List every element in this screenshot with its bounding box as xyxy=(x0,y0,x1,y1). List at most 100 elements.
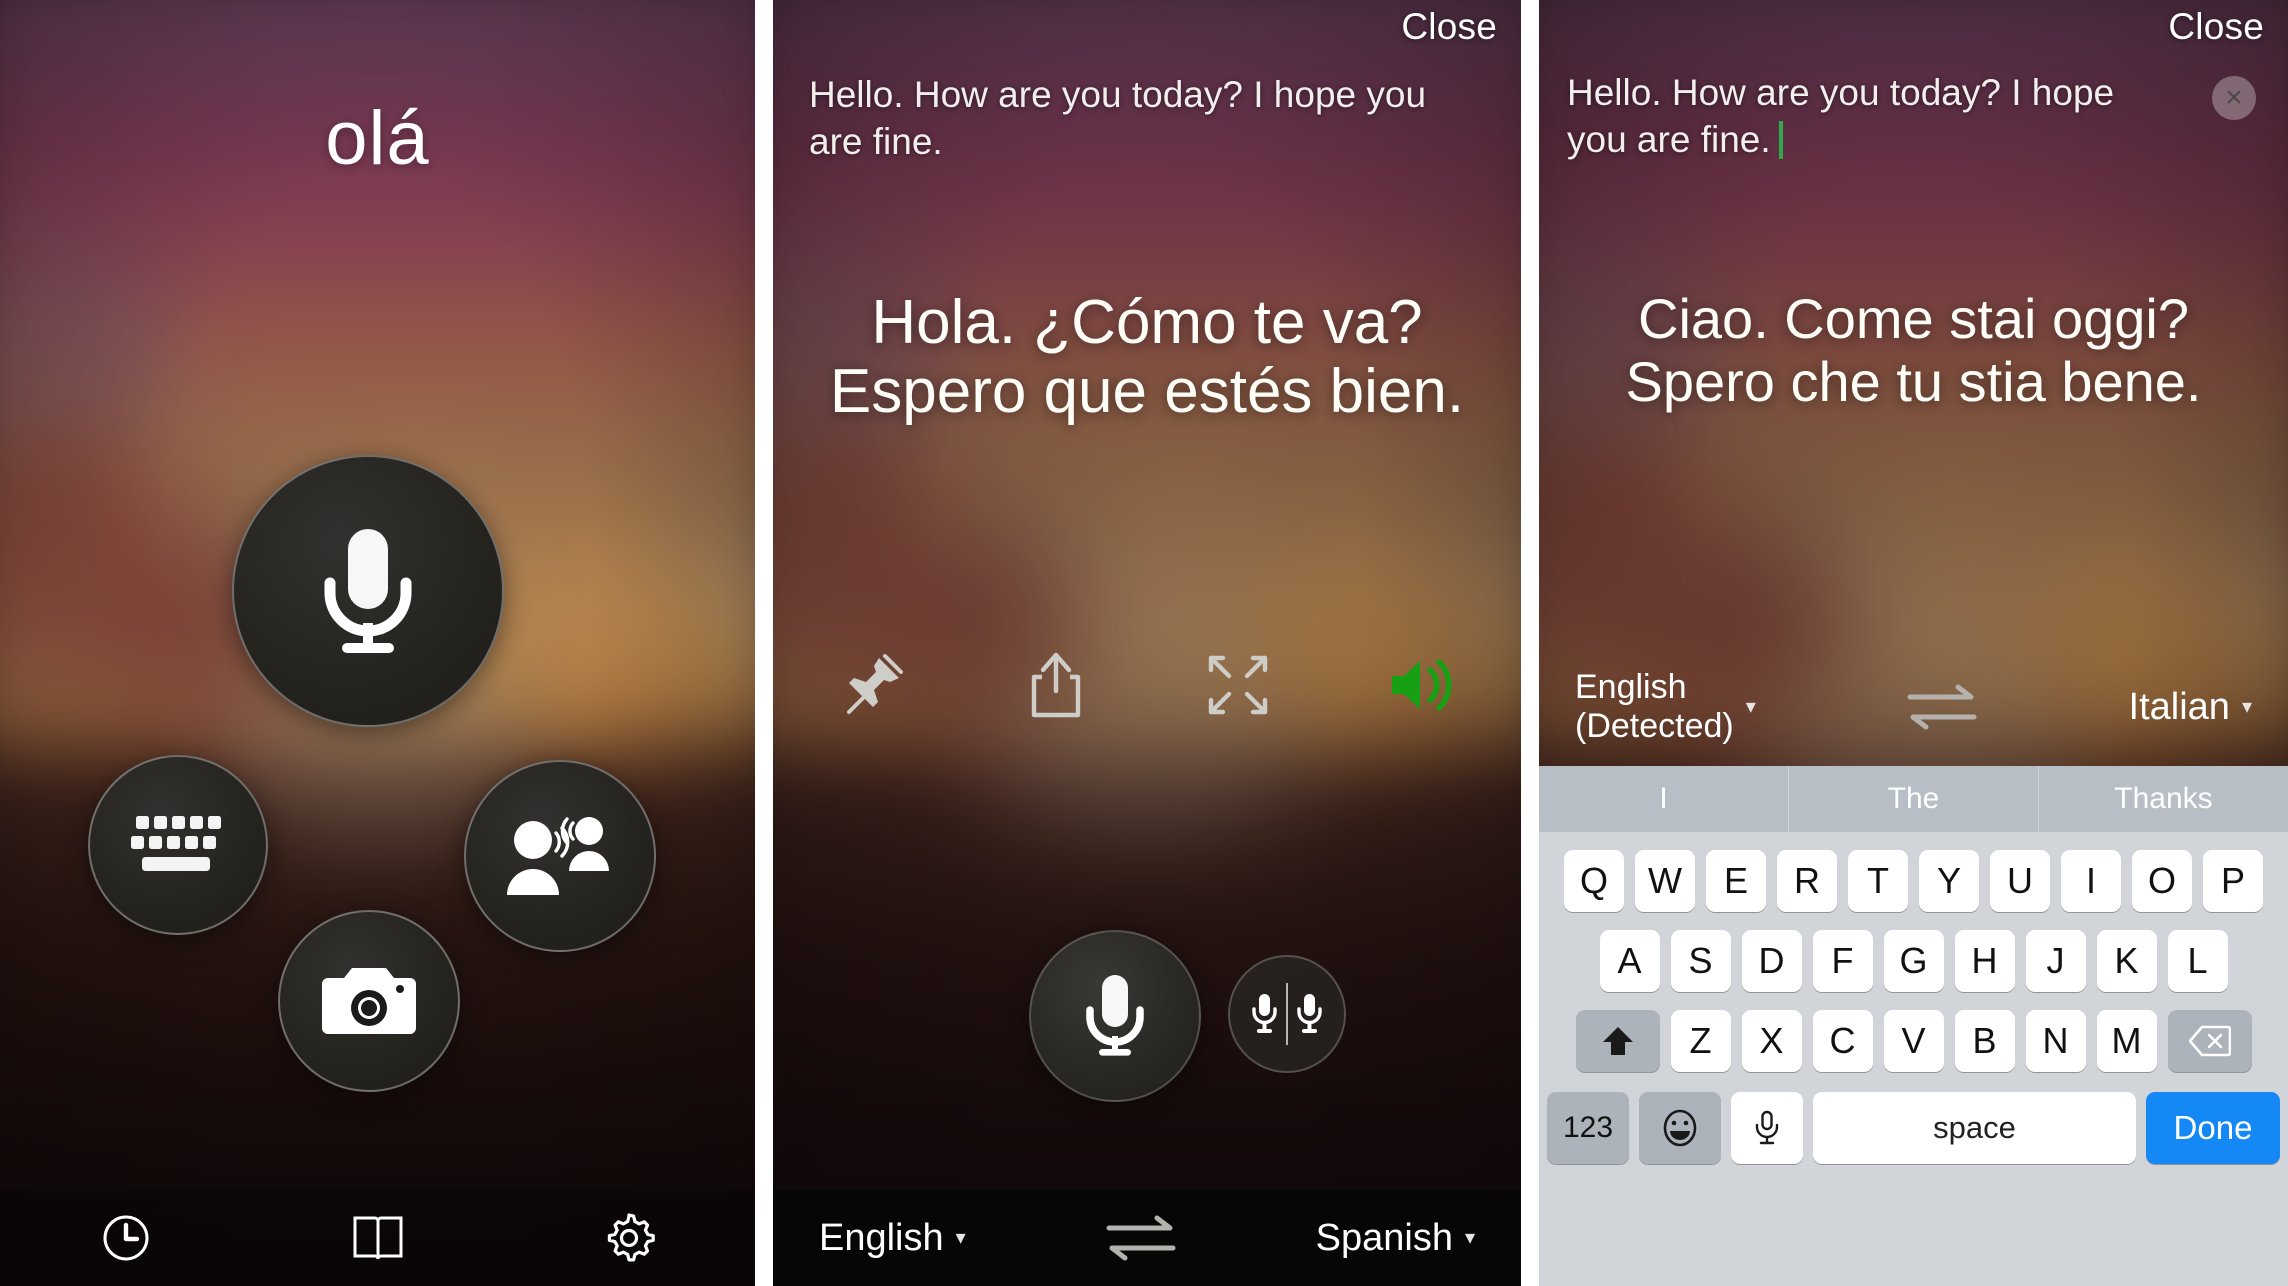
key-r[interactable]: R xyxy=(1777,850,1837,912)
source-language-label: English xyxy=(819,1216,944,1259)
key-b[interactable]: B xyxy=(1954,1010,2015,1072)
dictation-key[interactable] xyxy=(1731,1092,1803,1164)
key-m[interactable]: M xyxy=(2096,1010,2157,1072)
text-cursor xyxy=(1778,120,1783,159)
microphone-icon xyxy=(324,529,412,653)
backspace-icon xyxy=(2188,1025,2231,1057)
history-button[interactable] xyxy=(0,1213,252,1263)
key-c[interactable]: C xyxy=(1812,1010,1873,1072)
key-v[interactable]: V xyxy=(1883,1010,1944,1072)
suggestion-item[interactable]: The xyxy=(1789,766,2039,832)
key-t[interactable]: T xyxy=(1848,850,1908,912)
camera-button[interactable] xyxy=(278,910,460,1092)
expand-arrows-icon xyxy=(1209,655,1268,715)
backspace-key[interactable] xyxy=(2167,1010,2252,1072)
key-l[interactable]: L xyxy=(2167,930,2228,992)
settings-button[interactable] xyxy=(503,1212,755,1264)
phrasebook-button[interactable] xyxy=(252,1214,504,1262)
key-i[interactable]: I xyxy=(2061,850,2121,912)
conversation-people-icon xyxy=(507,817,609,895)
suggestion-item[interactable]: Thanks xyxy=(2039,766,2288,832)
panel-divider xyxy=(1521,0,1539,1286)
swap-languages-button[interactable] xyxy=(1894,681,1990,733)
key-x[interactable]: X xyxy=(1741,1010,1802,1072)
camera-icon xyxy=(322,968,416,1034)
target-language-selector[interactable]: Italian ▾ xyxy=(2129,686,2252,729)
on-screen-keyboard: I The Thanks Q W E R T Y U I O P A S D F xyxy=(1539,766,2288,1286)
language-selector-bar: English ▾ Spanish ▾ xyxy=(773,1190,1521,1286)
panel-divider xyxy=(755,0,773,1286)
close-button[interactable]: Close xyxy=(1401,6,1497,48)
suggestion-item[interactable]: I xyxy=(1539,766,1789,832)
translated-text: Hola. ¿Cómo te va? Espero que estés bien… xyxy=(829,288,1465,427)
swap-languages-button[interactable] xyxy=(1093,1212,1189,1264)
source-text-value: Hello. How are you today? I hope you are… xyxy=(1567,72,2115,160)
microphone-icon xyxy=(1086,975,1144,1056)
book-icon xyxy=(353,1216,402,1260)
key-g[interactable]: G xyxy=(1883,930,1944,992)
share-icon xyxy=(1031,652,1080,718)
language-selector-bar: English (Detected) ▾ Italian ▾ xyxy=(1539,648,2288,766)
source-language-line1: English xyxy=(1575,667,1687,706)
keyboard-row-1: Q W E R T Y U I O P xyxy=(1539,850,2288,912)
key-o[interactable]: O xyxy=(2132,850,2192,912)
share-button[interactable] xyxy=(996,640,1116,730)
source-language-selector[interactable]: English (Detected) ▾ xyxy=(1575,668,1756,747)
key-d[interactable]: D xyxy=(1741,930,1802,992)
swap-arrows-icon xyxy=(1907,684,1977,730)
conversation-button[interactable] xyxy=(464,760,656,952)
source-text-input[interactable]: Hello. How are you today? I hope you are… xyxy=(1567,70,2178,164)
clear-text-button[interactable]: × xyxy=(2212,76,2256,120)
panel-home-screen: olá xyxy=(0,0,755,1286)
three-panel-screenshot-strip: olá Close Hello. How are you today? I ho… xyxy=(0,0,2288,1286)
target-language-label: Spanish xyxy=(1315,1216,1453,1259)
key-u[interactable]: U xyxy=(1990,850,2050,912)
key-z[interactable]: Z xyxy=(1670,1010,1731,1072)
key-h[interactable]: H xyxy=(1954,930,2015,992)
speaker-icon xyxy=(1391,659,1452,711)
target-language-selector[interactable]: Spanish ▾ xyxy=(1316,1217,1475,1260)
key-f[interactable]: F xyxy=(1812,930,1873,992)
keyboard-button[interactable] xyxy=(88,755,268,935)
emoji-key[interactable] xyxy=(1639,1092,1721,1164)
shift-key[interactable] xyxy=(1575,1010,1660,1072)
two-way-mic-button[interactable] xyxy=(1228,955,1346,1073)
numbers-key[interactable]: 123 xyxy=(1547,1092,1629,1164)
shift-arrow-icon xyxy=(1602,1027,1633,1055)
close-button[interactable]: Close xyxy=(2168,6,2264,48)
pin-icon xyxy=(847,654,903,714)
key-y[interactable]: Y xyxy=(1919,850,1979,912)
translated-text: Ciao. Come stai oggi? Spero che tu stia … xyxy=(1625,287,2202,413)
key-j[interactable]: J xyxy=(2025,930,2086,992)
space-key[interactable]: space xyxy=(1813,1092,2136,1164)
chevron-down-icon: ▾ xyxy=(1745,696,1756,718)
fullscreen-button[interactable] xyxy=(1178,640,1298,730)
chevron-down-icon: ▾ xyxy=(1464,1227,1475,1249)
dual-microphone-icon xyxy=(1252,983,1322,1045)
swap-arrows-icon xyxy=(1106,1215,1176,1261)
mic-button[interactable] xyxy=(1029,930,1201,1102)
suggestion-bar: I The Thanks xyxy=(1539,766,2288,832)
microphone-icon xyxy=(1755,1110,1779,1145)
speaker-button[interactable] xyxy=(1361,640,1481,730)
panel-keyboard-input: Close Hello. How are you today? I hope y… xyxy=(1539,0,2288,1286)
key-s[interactable]: S xyxy=(1670,930,1731,992)
source-language-line2: (Detected) xyxy=(1575,707,1734,745)
emoji-face-icon xyxy=(1663,1109,1697,1147)
key-a[interactable]: A xyxy=(1599,930,1660,992)
mic-button[interactable] xyxy=(232,455,504,727)
key-n[interactable]: N xyxy=(2025,1010,2086,1072)
done-key[interactable]: Done xyxy=(2146,1092,2280,1164)
source-language-label: English (Detected) xyxy=(1575,668,1734,747)
chevron-down-icon: ▾ xyxy=(955,1227,966,1249)
pin-button[interactable] xyxy=(813,640,933,730)
gear-icon xyxy=(607,1213,655,1262)
source-language-selector[interactable]: English ▾ xyxy=(819,1217,966,1260)
key-p[interactable]: P xyxy=(2203,850,2263,912)
key-k[interactable]: K xyxy=(2096,930,2157,992)
key-e[interactable]: E xyxy=(1706,850,1766,912)
key-q[interactable]: Q xyxy=(1564,850,1624,912)
chevron-down-icon: ▾ xyxy=(2241,696,2252,718)
key-w[interactable]: W xyxy=(1635,850,1695,912)
source-text[interactable]: Hello. How are you today? I hope you are… xyxy=(809,72,1441,166)
